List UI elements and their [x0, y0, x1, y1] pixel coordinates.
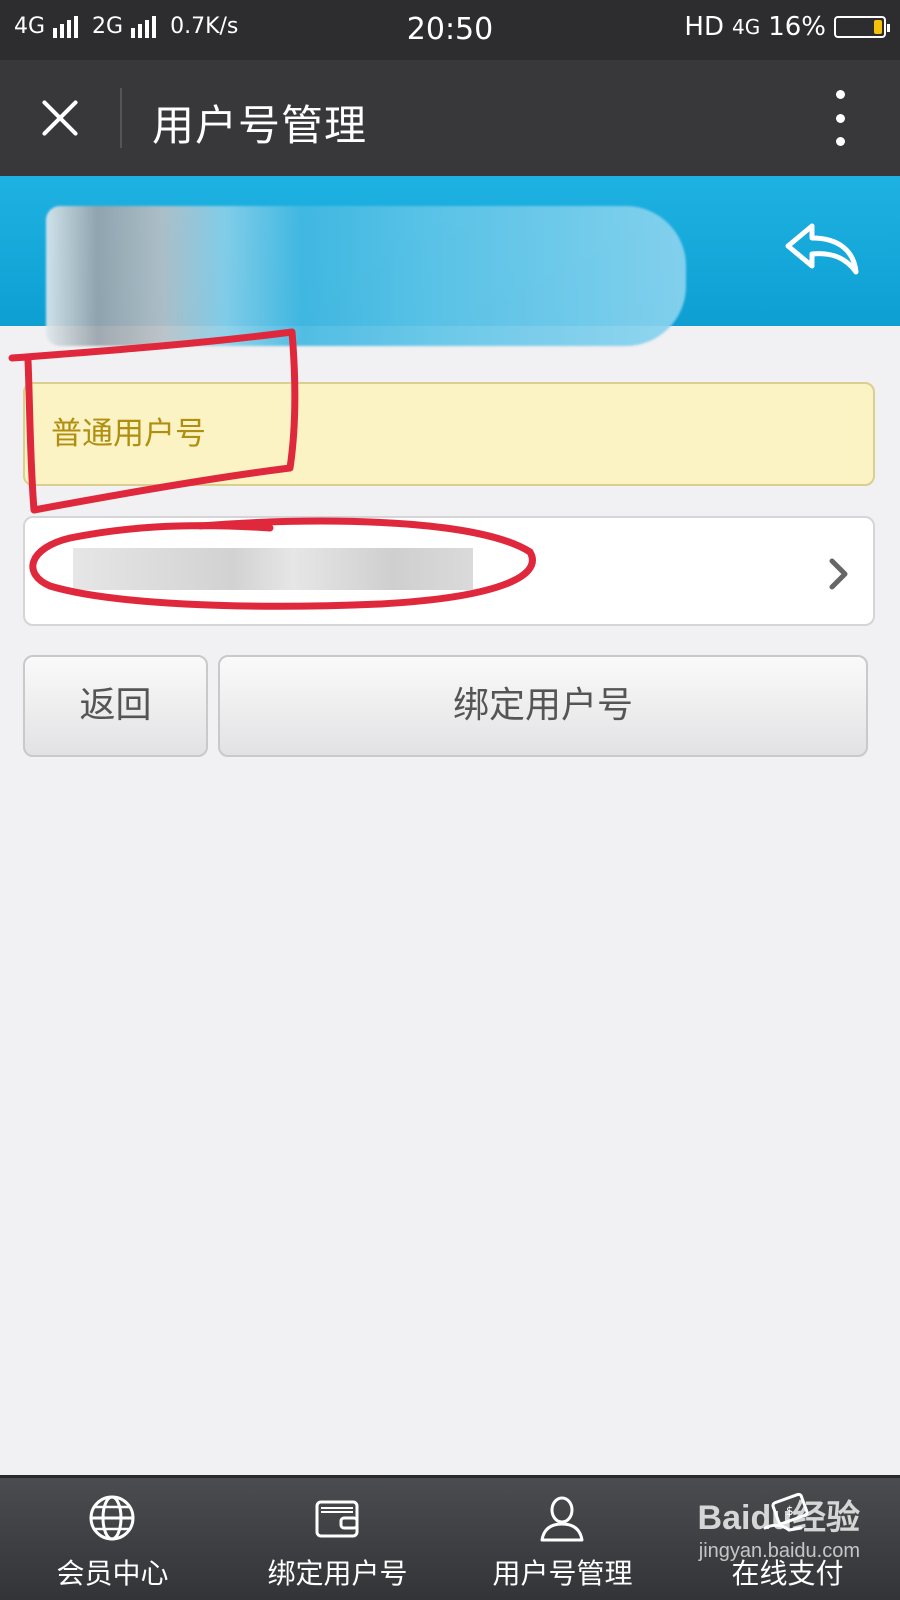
- svg-text:$: $: [786, 1504, 794, 1518]
- title-divider: [120, 88, 122, 148]
- battery-icon: [834, 16, 890, 38]
- account-type-banner: 普通用户号: [23, 382, 875, 486]
- nav-label: 绑定用户号: [267, 1557, 408, 1590]
- blurred-account-number: [73, 548, 473, 590]
- account-list-item[interactable]: [23, 516, 875, 626]
- page-title: 用户号管理: [152, 101, 368, 150]
- nav-item-account-management[interactable]: 用户号管理: [450, 1478, 675, 1600]
- nav-label: 用户号管理: [492, 1557, 633, 1590]
- nav-item-member-center[interactable]: 会员中心: [0, 1478, 225, 1600]
- wallet-icon: [315, 1500, 359, 1538]
- nav-label: 在线支付: [731, 1557, 844, 1590]
- title-bar: 用户号管理: [0, 60, 900, 176]
- nav-item-online-payment[interactable]: $ 在线支付: [675, 1478, 900, 1600]
- status-bar: 4G 2G 0.7K/s 20:50 HD 4G 16%: [0, 0, 900, 60]
- back-button[interactable]: 返回: [23, 655, 208, 757]
- bottom-navigation: 会员中心 绑定用户号 用户号管理 $ 在线支付: [0, 1475, 900, 1600]
- reply-arrow-icon[interactable]: [782, 218, 862, 278]
- status-right: HD 4G 16%: [684, 12, 890, 42]
- user-icon: [540, 1496, 584, 1542]
- globe-icon: [89, 1495, 135, 1541]
- payment-icon: $: [763, 1492, 809, 1532]
- hd-label: HD: [684, 12, 724, 42]
- bind-account-button[interactable]: 绑定用户号: [218, 655, 868, 757]
- close-icon[interactable]: [30, 88, 90, 148]
- blurred-profile-avatar: [46, 206, 686, 346]
- nav-label: 会员中心: [56, 1557, 169, 1590]
- nav-item-bind-account[interactable]: 绑定用户号: [225, 1478, 450, 1600]
- network-4g-right: 4G: [731, 15, 761, 39]
- more-vertical-icon[interactable]: [830, 90, 850, 146]
- battery-percent: 16%: [768, 12, 826, 42]
- chevron-right-icon: [829, 558, 848, 590]
